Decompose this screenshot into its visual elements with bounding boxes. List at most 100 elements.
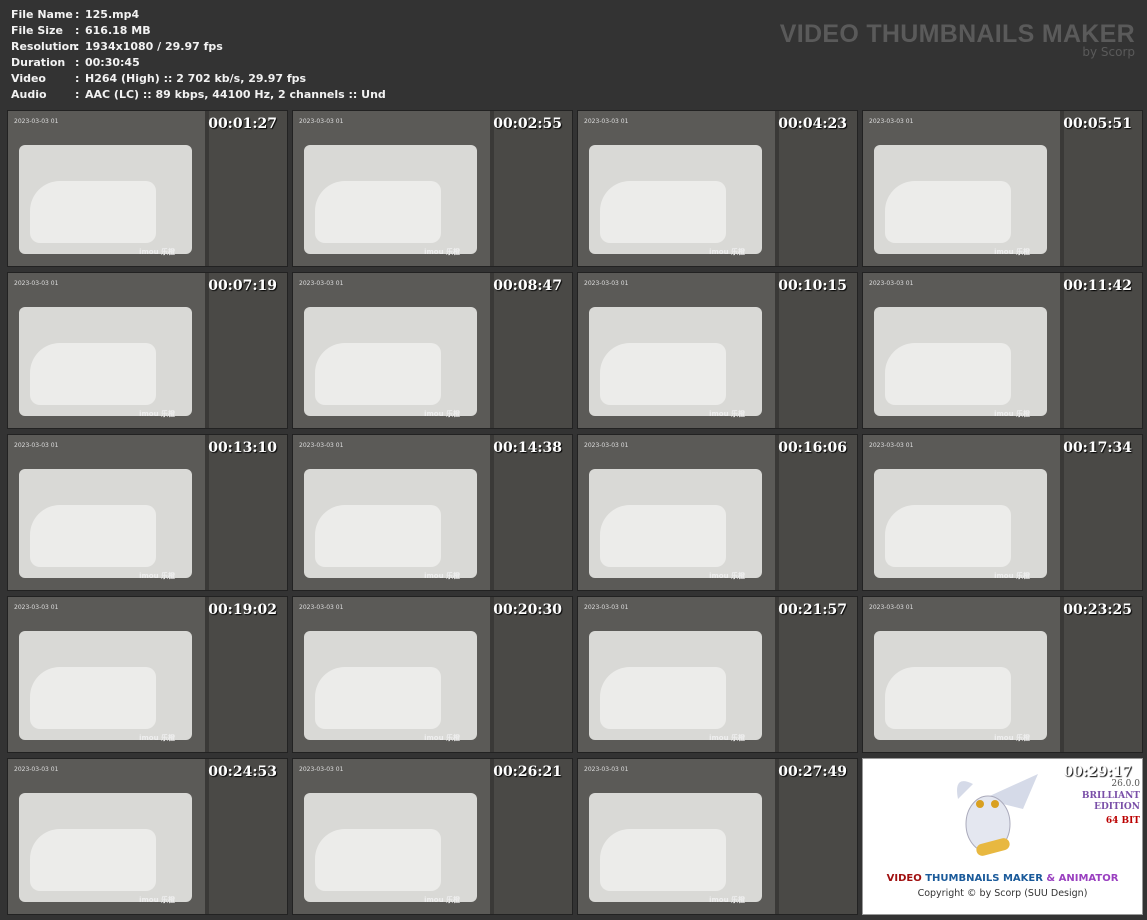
thumbnail[interactable]: 2023-03-03 01 00:08:47 imou 乐橙	[292, 272, 573, 429]
info-value: H264 (High) :: 2 702 kb/s, 29.97 fps	[85, 72, 307, 85]
thumbnail[interactable]: 2023-03-03 01 00:23:25 imou 乐橙	[862, 596, 1143, 753]
frame-date: 2023-03-03 01	[869, 604, 914, 611]
thumbnail[interactable]: 2023-03-03 01 00:19:02 imou 乐橙	[7, 596, 288, 753]
frame-corner	[774, 273, 779, 428]
frame-corner	[774, 435, 779, 590]
frame-blanket	[30, 666, 156, 729]
frame-wall	[208, 597, 287, 752]
info-row: File Name:125.mp4	[11, 7, 386, 23]
frame-date: 2023-03-03 01	[584, 442, 629, 449]
frame-wall	[1063, 435, 1142, 590]
frame-date: 2023-03-03 01	[14, 442, 59, 449]
frame-date: 2023-03-03 01	[584, 118, 629, 125]
frame-blanket	[315, 666, 441, 729]
camera-watermark: imou 乐橙	[139, 896, 175, 904]
thumbnail[interactable]: 2023-03-03 01 00:17:34 imou 乐橙	[862, 434, 1143, 591]
frame-corner	[489, 597, 494, 752]
camera-watermark: imou 乐橙	[139, 572, 175, 580]
thumbnail[interactable]: 2023-03-03 01 00:24:53 imou 乐橙	[7, 758, 288, 915]
frame-blanket	[315, 828, 441, 891]
camera-watermark: imou 乐橙	[709, 248, 745, 256]
frame-date: 2023-03-03 01	[584, 280, 629, 287]
thumbnail[interactable]: 2023-03-03 01 00:05:51 imou 乐橙	[862, 110, 1143, 267]
thumbnail[interactable]: 2023-03-03 01 00:01:27 imou 乐橙	[7, 110, 288, 267]
info-row: Duration:00:30:45	[11, 55, 386, 71]
camera-watermark: imou 乐橙	[139, 734, 175, 742]
camera-watermark: imou 乐橙	[424, 248, 460, 256]
frame-date: 2023-03-03 01	[869, 442, 914, 449]
thumbnail[interactable]: 2023-03-03 01 00:21:57 imou 乐橙	[577, 596, 858, 753]
frame-blanket	[600, 504, 726, 567]
frame-wall	[493, 111, 572, 266]
thumbnail[interactable]: 2023-03-03 01 00:13:10 imou 乐橙	[7, 434, 288, 591]
frame-corner	[489, 435, 494, 590]
frame-blanket	[315, 504, 441, 567]
owl-logo-icon	[957, 774, 1038, 856]
thumbnail-timestamp: 00:17:34	[1063, 440, 1132, 456]
frame-date: 2023-03-03 01	[299, 280, 344, 287]
thumbnail[interactable]: 2023-03-03 01 00:16:06 imou 乐橙	[577, 434, 858, 591]
thumbnail-timestamp: 00:14:38	[493, 440, 562, 456]
frame-corner	[204, 435, 209, 590]
frame-wall	[493, 273, 572, 428]
info-value: AAC (LC) :: 89 kbps, 44100 Hz, 2 channel…	[85, 88, 386, 101]
thumbnail-timestamp: 00:08:47	[493, 278, 562, 294]
info-separator: :	[75, 56, 80, 69]
thumbnail-timestamp: 00:21:57	[778, 602, 847, 618]
frame-corner	[774, 759, 779, 914]
thumbnail[interactable]: 2023-03-03 01 00:14:38 imou 乐橙	[292, 434, 573, 591]
frame-corner	[489, 273, 494, 428]
frame-wall	[778, 759, 857, 914]
info-key: Audio	[11, 88, 47, 101]
frame-date: 2023-03-03 01	[14, 118, 59, 125]
info-key: File Size	[11, 24, 63, 37]
thumbnail[interactable]: 2023-03-03 01 00:27:49 imou 乐橙	[577, 758, 858, 915]
info-separator: :	[75, 8, 80, 21]
frame-wall	[1063, 111, 1142, 266]
frame-wall	[778, 273, 857, 428]
product-name: VIDEO THUMBNAILS MAKER & ANIMATOR	[863, 873, 1142, 884]
edition-line2: EDITION	[1094, 802, 1140, 812]
thumbnail[interactable]: 2023-03-03 01 00:04:23 imou 乐橙	[577, 110, 858, 267]
thumbnail[interactable]: 2023-03-03 01 00:10:15 imou 乐橙	[577, 272, 858, 429]
thumbnail-timestamp: 00:26:21	[493, 764, 562, 780]
frame-blanket	[600, 342, 726, 405]
thumbnail-timestamp: 00:20:30	[493, 602, 562, 618]
frame-corner	[1059, 435, 1064, 590]
frame-date: 2023-03-03 01	[299, 604, 344, 611]
frame-wall	[208, 759, 287, 914]
info-row: Audio: AAC (LC) :: 89 kbps, 44100 Hz, 2 c…	[11, 87, 386, 103]
info-separator: :	[75, 24, 80, 37]
thumbnail[interactable]: 2023-03-03 01 00:02:55 imou 乐橙	[292, 110, 573, 267]
edition-line1: BRILLIANT	[1081, 791, 1140, 801]
thumbnail-timestamp: 00:29:17	[1063, 764, 1132, 780]
thumbnail-timestamp: 00:24:53	[208, 764, 277, 780]
thumbnail[interactable]: 2023-03-03 01 00:07:19 imou 乐橙	[7, 272, 288, 429]
frame-blanket	[30, 828, 156, 891]
info-separator: :	[75, 72, 80, 85]
thumbnail-timestamp: 00:04:23	[778, 116, 847, 132]
frame-date: 2023-03-03 01	[14, 766, 59, 773]
thumbnail[interactable]: 2023-03-03 01 00:26:21 imou 乐橙	[292, 758, 573, 915]
thumbnail-timestamp: 00:07:19	[208, 278, 277, 294]
frame-corner	[1059, 273, 1064, 428]
thumbnail[interactable]: 2023-03-03 01 00:11:42 imou 乐橙	[862, 272, 1143, 429]
frame-blanket	[30, 504, 156, 567]
frame-corner	[1059, 597, 1064, 752]
frame-corner	[489, 759, 494, 914]
camera-watermark: imou 乐橙	[139, 248, 175, 256]
frame-blanket	[885, 180, 1011, 243]
frame-corner	[204, 111, 209, 266]
frame-blanket	[600, 828, 726, 891]
frame-date: 2023-03-03 01	[14, 604, 59, 611]
thumbnail[interactable]: 2023-03-03 01 00:20:30 imou 乐橙	[292, 596, 573, 753]
thumbnail-timestamp: 00:16:06	[778, 440, 847, 456]
copyright: Copyright © by Scorp (SUU Design)	[917, 888, 1088, 899]
frame-corner	[774, 597, 779, 752]
camera-watermark: imou 乐橙	[994, 734, 1030, 742]
camera-watermark: imou 乐橙	[424, 572, 460, 580]
frame-wall	[208, 435, 287, 590]
frame-wall	[208, 111, 287, 266]
frame-blanket	[30, 342, 156, 405]
thumbnail-timestamp: 00:19:02	[208, 602, 277, 618]
